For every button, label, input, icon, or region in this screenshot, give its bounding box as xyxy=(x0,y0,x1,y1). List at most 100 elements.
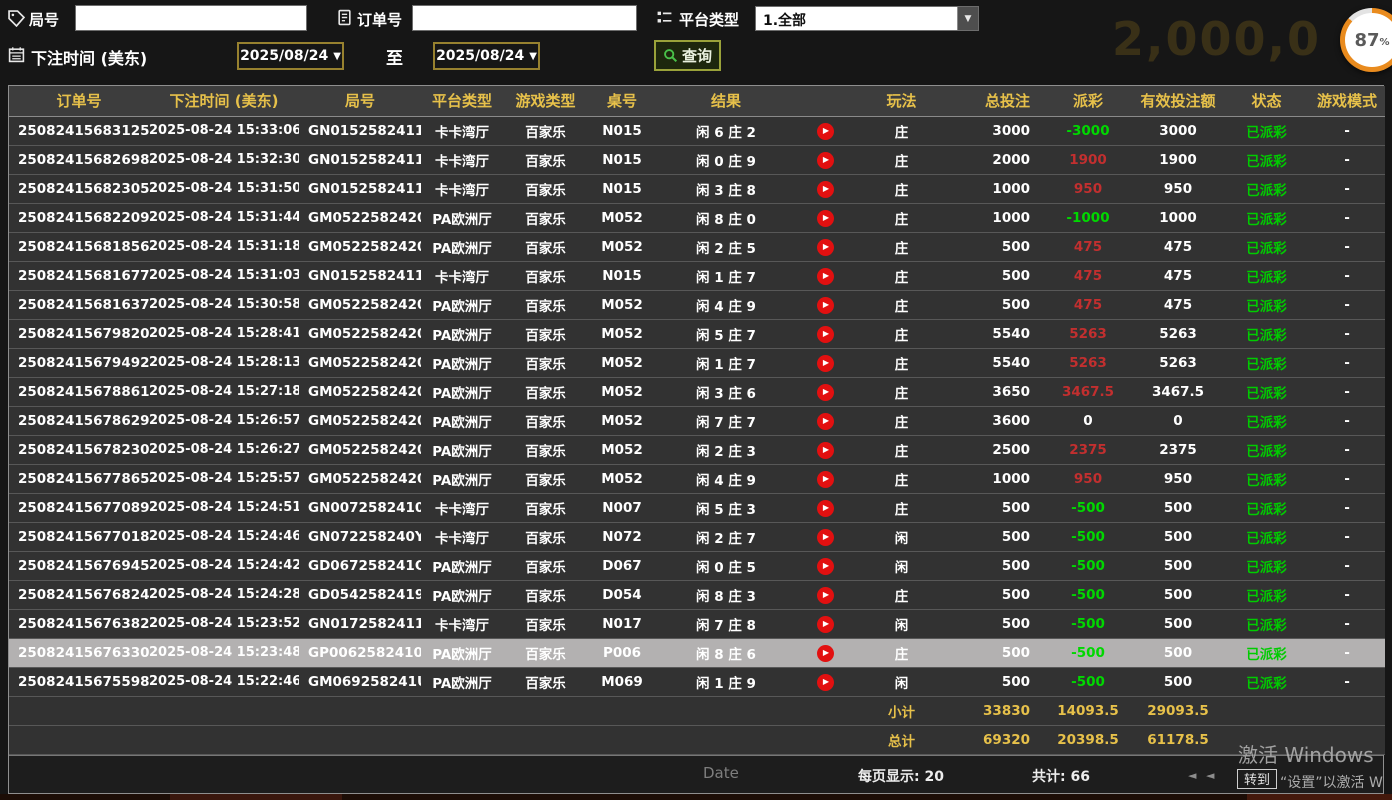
cell-play[interactable]: ▶ xyxy=(796,638,854,667)
table-row[interactable]: 2508241568185612025-08-24 15:31:18GM0522… xyxy=(9,232,1385,261)
cell-play[interactable]: ▶ xyxy=(796,435,854,464)
cell-play[interactable]: ▶ xyxy=(796,551,854,580)
cell-platform-type: PA欧洲厅 xyxy=(421,319,503,348)
cell-play[interactable]: ▶ xyxy=(796,174,854,203)
play-result-icon[interactable]: ▶ xyxy=(817,152,834,169)
cell-order-number: 250824156763301 xyxy=(9,638,149,667)
play-result-icon[interactable]: ▶ xyxy=(817,297,834,314)
cell-table-number: M052 xyxy=(588,348,656,377)
cell-bet-side: 庄 xyxy=(854,493,949,522)
cell-play[interactable]: ▶ xyxy=(796,406,854,435)
play-result-icon[interactable]: ▶ xyxy=(817,384,834,401)
table-row[interactable]: 2508241567633012025-08-24 15:23:48GP0062… xyxy=(9,638,1385,667)
play-result-icon[interactable]: ▶ xyxy=(817,355,834,372)
cell-game-mode: - xyxy=(1309,667,1385,696)
cell-bet-side: 庄 xyxy=(854,232,949,261)
table-row[interactable]: 2508241567638292025-08-24 15:23:52GN0172… xyxy=(9,609,1385,638)
order-number-input[interactable] xyxy=(412,5,637,31)
table-row[interactable]: 2508241567682452025-08-24 15:24:28GD0542… xyxy=(9,580,1385,609)
table-row[interactable]: 2508241567559892025-08-24 15:22:46GM0692… xyxy=(9,667,1385,696)
play-result-icon[interactable]: ▶ xyxy=(817,587,834,604)
document-icon xyxy=(336,9,353,30)
table-row[interactable]: 2508241567694522025-08-24 15:24:42GD0672… xyxy=(9,551,1385,580)
goto-page-button[interactable]: 转到 xyxy=(1237,769,1277,789)
table-row[interactable]: 2508241567982082025-08-24 15:28:41GM0522… xyxy=(9,319,1385,348)
cell-play[interactable]: ▶ xyxy=(796,609,854,638)
cell-play[interactable]: ▶ xyxy=(796,522,854,551)
table-row[interactable]: 2508241567862922025-08-24 15:26:57GM0522… xyxy=(9,406,1385,435)
table-row[interactable]: 2508241568269802025-08-24 15:32:30GN0152… xyxy=(9,145,1385,174)
play-result-icon[interactable]: ▶ xyxy=(817,645,834,662)
table-row[interactable]: 2508241567708992025-08-24 15:24:51GN0072… xyxy=(9,493,1385,522)
play-result-icon[interactable]: ▶ xyxy=(817,326,834,343)
cell-status: 已派彩 xyxy=(1224,377,1309,406)
play-result-icon[interactable]: ▶ xyxy=(817,558,834,575)
cell-result: 闲 2 庄 5 xyxy=(656,232,796,261)
date-to-select[interactable]: 2025/08/24 ▼ xyxy=(433,42,540,70)
cell-play[interactable]: ▶ xyxy=(796,493,854,522)
cell-play[interactable]: ▶ xyxy=(796,232,854,261)
table-row[interactable]: 2508241567701802025-08-24 15:24:46GN0722… xyxy=(9,522,1385,551)
table-row[interactable]: 2508241568163762025-08-24 15:30:58GM0522… xyxy=(9,290,1385,319)
cell-valid-bet: 3467.5 xyxy=(1132,377,1224,406)
play-result-icon[interactable]: ▶ xyxy=(817,268,834,285)
cell-round-number: GM0522582420E xyxy=(299,290,421,319)
cell-order-number: 250824156786292 xyxy=(9,406,149,435)
play-result-icon[interactable]: ▶ xyxy=(817,616,834,633)
play-result-icon[interactable]: ▶ xyxy=(817,210,834,227)
play-result-icon[interactable]: ▶ xyxy=(817,181,834,198)
cell-round-number: GP00625824101 xyxy=(299,638,421,667)
table-row[interactable]: 2508241567949202025-08-24 15:28:13GM0522… xyxy=(9,348,1385,377)
table-row[interactable]: 2508241567886192025-08-24 15:27:18GM0522… xyxy=(9,377,1385,406)
play-result-icon[interactable]: ▶ xyxy=(817,529,834,546)
play-result-icon[interactable]: ▶ xyxy=(817,674,834,691)
cell-play[interactable]: ▶ xyxy=(796,348,854,377)
subtotal-row-cell: 小计 xyxy=(854,696,949,725)
play-result-icon[interactable]: ▶ xyxy=(817,442,834,459)
table-row[interactable]: 2508241568312512025-08-24 15:33:06GN0152… xyxy=(9,116,1385,145)
cell-bet-side: 庄 xyxy=(854,580,949,609)
cell-table-number: M052 xyxy=(588,203,656,232)
search-icon xyxy=(663,48,678,63)
cell-play[interactable]: ▶ xyxy=(796,261,854,290)
play-result-icon[interactable]: ▶ xyxy=(817,123,834,140)
play-result-icon[interactable]: ▶ xyxy=(817,471,834,488)
table-row[interactable]: 2508241568167702025-08-24 15:31:03GN0152… xyxy=(9,261,1385,290)
cell-play[interactable]: ▶ xyxy=(796,464,854,493)
cell-play[interactable]: ▶ xyxy=(796,580,854,609)
cell-game-type: 百家乐 xyxy=(503,406,588,435)
cell-play[interactable]: ▶ xyxy=(796,377,854,406)
query-button[interactable]: 查询 xyxy=(654,40,721,71)
date-from-select[interactable]: 2025/08/24 ▼ xyxy=(237,42,344,70)
cell-status: 已派彩 xyxy=(1224,203,1309,232)
cell-play[interactable]: ▶ xyxy=(796,319,854,348)
cell-bet-time: 2025-08-24 15:24:46 xyxy=(149,522,299,551)
order-number-label: 订单号 xyxy=(357,9,402,30)
cell-payout: -500 xyxy=(1044,522,1132,551)
cell-play[interactable]: ▶ xyxy=(796,667,854,696)
cell-play[interactable]: ▶ xyxy=(796,145,854,174)
cell-game-mode: - xyxy=(1309,435,1385,464)
table-row[interactable]: 2508241567786572025-08-24 15:25:57GM0522… xyxy=(9,464,1385,493)
cell-result: 闲 4 庄 9 xyxy=(656,464,796,493)
table-row[interactable]: 2508241567823082025-08-24 15:26:27GM0522… xyxy=(9,435,1385,464)
first-page-icon[interactable]: ◄ xyxy=(1188,769,1196,782)
cell-order-number: 250824156816770 xyxy=(9,261,149,290)
play-result-icon[interactable]: ▶ xyxy=(817,500,834,517)
cell-bet-side: 庄 xyxy=(854,145,949,174)
cell-game-mode: - xyxy=(1309,145,1385,174)
play-result-icon[interactable]: ▶ xyxy=(817,239,834,256)
cell-order-number: 250824156831251 xyxy=(9,116,149,145)
cell-play[interactable]: ▶ xyxy=(796,290,854,319)
prev-page-icon[interactable]: ◄ xyxy=(1206,769,1214,782)
table-row[interactable]: 2508241568220982025-08-24 15:31:44GM0522… xyxy=(9,203,1385,232)
table-row[interactable]: 2508241568230522025-08-24 15:31:50GN0152… xyxy=(9,174,1385,203)
chevron-down-icon[interactable]: ▼ xyxy=(957,7,978,30)
cell-play[interactable]: ▶ xyxy=(796,203,854,232)
round-number-input[interactable] xyxy=(75,5,307,31)
platform-type-select[interactable]: 1.全部 ▼ xyxy=(755,6,979,31)
cell-bet-side: 庄 xyxy=(854,406,949,435)
cell-play[interactable]: ▶ xyxy=(796,116,854,145)
cell-platform-type: PA欧洲厅 xyxy=(421,377,503,406)
play-result-icon[interactable]: ▶ xyxy=(817,413,834,430)
